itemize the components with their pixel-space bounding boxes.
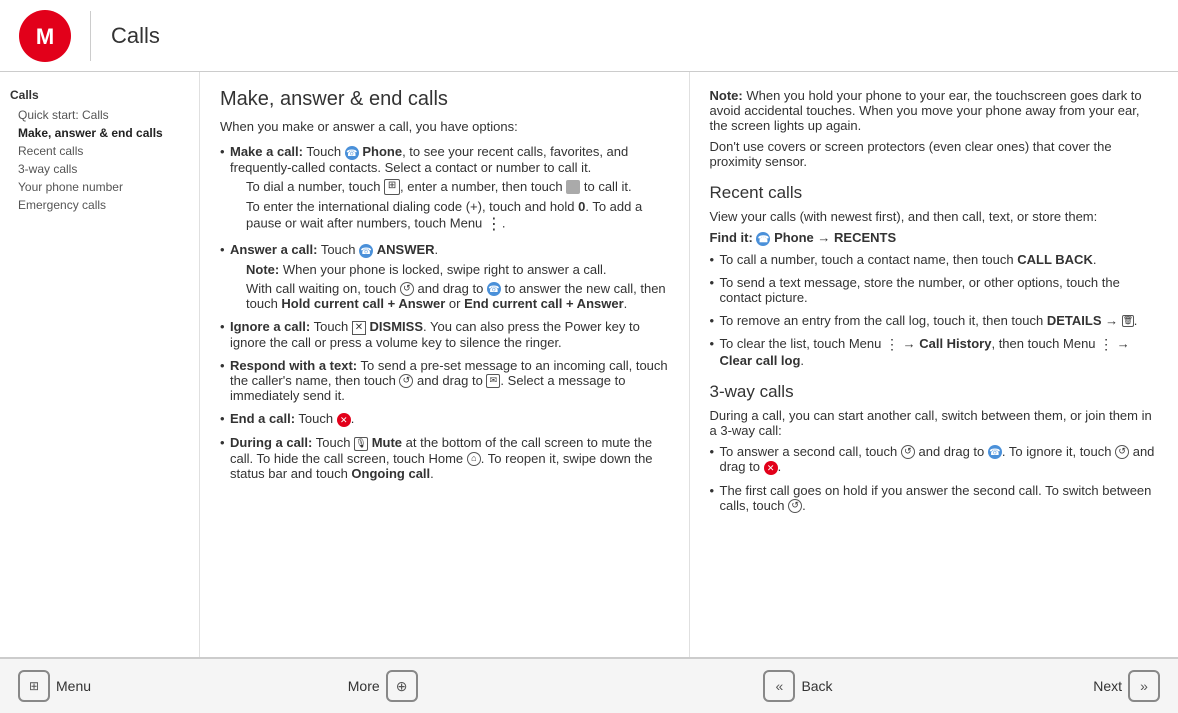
phone-icon: ☎ bbox=[345, 146, 359, 160]
answer2-icon: ☎ bbox=[988, 445, 1002, 459]
sidebar-item-your-phone-number[interactable]: Your phone number bbox=[10, 178, 189, 196]
find-phone-icon: ☎ bbox=[756, 232, 770, 246]
left-bullets-list: Make a call: Touch ☎ Phone, to see your … bbox=[220, 144, 669, 481]
next-label: Next bbox=[1093, 678, 1122, 694]
make-a-call-extra1: To dial a number, touch ⊞, enter a numbe… bbox=[246, 179, 669, 196]
recent-bullet-1: To call a number, touch a contact name, … bbox=[710, 252, 1159, 267]
delete-icon: 🗑 bbox=[1122, 315, 1134, 327]
bullet-text-answer: Touch ☎ ANSWER. bbox=[321, 242, 438, 257]
bullet-label-make-a-call: Make a call: bbox=[230, 144, 303, 159]
end-call-icon: ✕ bbox=[337, 413, 351, 427]
back-icon: « bbox=[763, 670, 795, 702]
find-it: Find it: ☎ Phone → RECENTS bbox=[710, 230, 1159, 246]
page-title: Calls bbox=[91, 23, 160, 49]
find-it-text: Phone → RECENTS bbox=[774, 230, 896, 245]
menu-icon: ⊞ bbox=[18, 670, 50, 702]
hold3-icon: ↺ bbox=[1115, 445, 1129, 459]
sidebar-item-recent-calls[interactable]: Recent calls bbox=[10, 142, 189, 160]
dialpad-icon: ⊞ bbox=[384, 179, 400, 195]
right-note2: Don't use covers or screen protectors (e… bbox=[710, 139, 1159, 169]
home-circle-icon: ⌂ bbox=[467, 452, 481, 466]
motorola-logo: M bbox=[19, 10, 71, 62]
bullet-during-a-call: During a call: Touch 🎙 Mute at the botto… bbox=[220, 435, 669, 481]
bullet-answer-a-call: Answer a call: Touch ☎ ANSWER. Note: Whe… bbox=[220, 242, 669, 311]
bullet-label-ignore: Ignore a call: bbox=[230, 319, 310, 334]
note-label1: Note: bbox=[710, 88, 743, 103]
recent-calls-heading: Recent calls bbox=[710, 183, 1159, 203]
content-area: Make, answer & end calls When you make o… bbox=[200, 72, 1178, 657]
answer-waiting: With call waiting on, touch ↺ and drag t… bbox=[246, 281, 669, 312]
bullet-text-end: Touch ✕. bbox=[298, 411, 354, 426]
respond-hold-icon: ↺ bbox=[399, 374, 413, 388]
right-content: Note: When you hold your phone to your e… bbox=[690, 72, 1178, 657]
make-a-call-extra2: To enter the international dialing code … bbox=[246, 199, 669, 234]
recent-calls-list: To call a number, touch a contact name, … bbox=[710, 252, 1159, 368]
three-way-bullet-1: To answer a second call, touch ↺ and dra… bbox=[710, 444, 1159, 475]
menu-dots3-icon: ⋮ bbox=[1099, 336, 1113, 352]
three-way-heading: 3-way calls bbox=[710, 382, 1159, 402]
ignore2-icon: ✕ bbox=[764, 461, 778, 475]
three-way-intro: During a call, you can start another cal… bbox=[710, 408, 1159, 438]
header: M Calls bbox=[0, 0, 1178, 72]
footer-back-area: « Back bbox=[755, 666, 1085, 706]
footer-left: ⊞ Menu bbox=[10, 666, 340, 706]
menu-dots-icon: ⋮ bbox=[486, 216, 502, 233]
hold-icon: ↺ bbox=[400, 282, 414, 296]
three-way-bullet-2: The first call goes on hold if you answe… bbox=[710, 483, 1159, 514]
recent-bullet-2: To send a text message, store the number… bbox=[710, 275, 1159, 305]
next-icon: » bbox=[1128, 670, 1160, 702]
more-label: More bbox=[348, 678, 380, 694]
svg-text:M: M bbox=[36, 24, 54, 49]
message-icon: ✉ bbox=[486, 374, 500, 388]
bullet-label-during: During a call: bbox=[230, 435, 312, 450]
recent-calls-intro: View your calls (with newest first), and… bbox=[710, 209, 1159, 224]
right-note1: Note: When you hold your phone to your e… bbox=[710, 88, 1159, 133]
sidebar-item-3way[interactable]: 3-way calls bbox=[10, 160, 189, 178]
back-button[interactable]: « Back bbox=[755, 666, 840, 706]
bullet-end-a-call: End a call: Touch ✕. bbox=[220, 411, 669, 427]
main-layout: Calls Quick start: Calls Make, answer & … bbox=[0, 72, 1178, 657]
answer-phone-icon: ☎ bbox=[359, 244, 373, 258]
logo-area: M bbox=[0, 10, 90, 62]
bullet-ignore-a-call: Ignore a call: Touch ✕ DISMISS. You can … bbox=[220, 319, 669, 350]
sidebar-section-title[interactable]: Calls bbox=[10, 88, 189, 102]
menu-dots2-icon: ⋮ bbox=[885, 336, 899, 352]
menu-button[interactable]: ⊞ Menu bbox=[10, 666, 99, 706]
drag-phone-icon: ☎ bbox=[487, 282, 501, 296]
bullet-label-respond: Respond with a text: bbox=[230, 358, 357, 373]
footer: ⊞ Menu More ⊕ « Back Next » bbox=[0, 657, 1178, 713]
back-label: Back bbox=[801, 678, 832, 694]
menu-label: Menu bbox=[56, 678, 91, 694]
left-intro: When you make or answer a call, you have… bbox=[220, 119, 669, 134]
answer-note: Note: When your phone is locked, swipe r… bbox=[246, 262, 669, 277]
bullet-label-answer: Answer a call: bbox=[230, 242, 317, 257]
footer-next-area: Next » bbox=[1085, 666, 1168, 706]
switch-icon: ↺ bbox=[788, 499, 802, 513]
bullet-label-end: End a call: bbox=[230, 411, 295, 426]
mic-icon: 🎙 bbox=[354, 437, 368, 451]
footer-right: More ⊕ bbox=[340, 666, 426, 706]
sidebar-item-emergency[interactable]: Emergency calls bbox=[10, 196, 189, 214]
call-icon-small bbox=[566, 180, 580, 194]
sidebar: Calls Quick start: Calls Make, answer & … bbox=[0, 72, 200, 657]
recent-bullet-4: To clear the list, touch Menu ⋮ → Call H… bbox=[710, 336, 1159, 368]
note-text1: When you hold your phone to your ear, th… bbox=[710, 88, 1142, 133]
more-button[interactable]: More ⊕ bbox=[340, 666, 426, 706]
recent-bullet-3: To remove an entry from the call log, to… bbox=[710, 313, 1159, 328]
hold2-icon: ↺ bbox=[901, 445, 915, 459]
left-content: Make, answer & end calls When you make o… bbox=[200, 72, 690, 657]
sidebar-item-make-answer[interactable]: Make, answer & end calls bbox=[10, 124, 189, 142]
left-heading: Make, answer & end calls bbox=[220, 88, 669, 111]
three-way-list: To answer a second call, touch ↺ and dra… bbox=[710, 444, 1159, 514]
bullet-respond-text: Respond with a text: To send a pre-set m… bbox=[220, 358, 669, 404]
sidebar-item-quickstart[interactable]: Quick start: Calls bbox=[10, 106, 189, 124]
more-icon: ⊕ bbox=[386, 670, 418, 702]
next-button[interactable]: Next » bbox=[1085, 666, 1168, 706]
dismiss-icon: ✕ bbox=[352, 321, 366, 335]
bullet-make-a-call: Make a call: Touch ☎ Phone, to see your … bbox=[220, 144, 669, 234]
